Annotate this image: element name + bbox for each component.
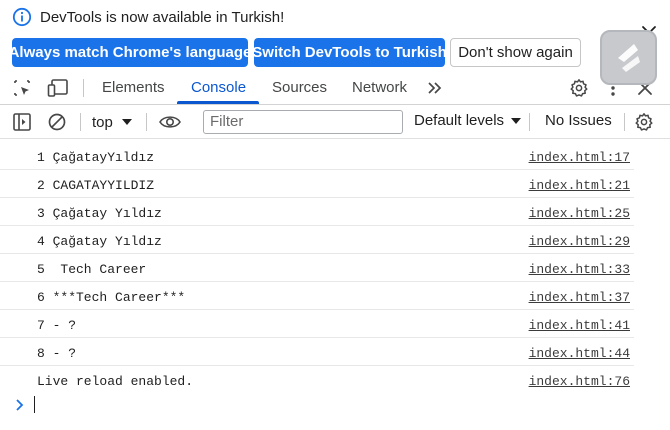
context-value: top [92, 113, 113, 131]
console-message-text: 8 - ? [37, 346, 77, 361]
language-infobar: DevTools is now available in Turkish! Al… [0, 0, 670, 70]
toolbar-divider [529, 113, 530, 131]
inspect-element-icon[interactable] [12, 78, 32, 98]
filter-input[interactable]: Filter [203, 110, 403, 134]
caret-down-icon [121, 119, 132, 125]
console-message-text: 3 Çağatay Yıldız [37, 206, 162, 221]
app-logo-icon [618, 44, 640, 72]
log-levels-label: Default levels [414, 112, 505, 129]
gear-icon[interactable] [569, 78, 589, 98]
console-message-text: 7 - ? [37, 318, 77, 333]
console-input-caret[interactable] [34, 396, 35, 413]
toolbar-divider [83, 79, 84, 97]
app-badge [600, 30, 657, 85]
infobar-message: DevTools is now available in Turkish! [40, 8, 285, 26]
console-message-text: 5 Tech Career [37, 262, 147, 277]
console-message: 8 - ? index.html:44 [0, 338, 634, 366]
console-source-link[interactable]: index.html:17 [529, 150, 630, 165]
chevron-right-icon [16, 399, 24, 411]
clear-console-icon[interactable] [47, 112, 67, 132]
console-message: 7 - ? index.html:41 [0, 310, 634, 338]
toolbar-divider [80, 113, 81, 131]
console-source-link[interactable]: index.html:21 [529, 178, 630, 193]
console-message: Live reload enabled. index.html:76 [0, 366, 634, 394]
console-message: 1 ÇağatayYıldız index.html:17 [0, 142, 634, 170]
console-source-link[interactable]: index.html:44 [529, 346, 630, 361]
console-toolbar: top Filter Default levels No Issues [0, 105, 670, 139]
tab-network[interactable]: Network [352, 70, 407, 105]
info-icon [12, 7, 32, 27]
context-selector[interactable]: top [92, 112, 133, 132]
dont-show-again-button[interactable]: Don't show again [450, 38, 581, 67]
active-tab-indicator [177, 101, 259, 104]
console-message-text: 6 ***Tech Career*** [37, 290, 186, 305]
device-toolbar-icon[interactable] [47, 78, 69, 98]
console-source-link[interactable]: index.html:41 [529, 318, 630, 333]
console-source-link[interactable]: index.html:33 [529, 262, 630, 277]
toolbar-divider [624, 113, 625, 131]
sidebar-toggle-icon[interactable] [12, 112, 32, 132]
console-settings-gear-icon[interactable] [634, 112, 654, 132]
live-expression-icon[interactable] [158, 112, 182, 132]
console-source-link[interactable]: index.html:76 [529, 374, 630, 389]
console-source-link[interactable]: index.html:29 [529, 234, 630, 249]
tab-elements[interactable]: Elements [102, 70, 165, 105]
console-messages: 1 ÇağatayYıldız index.html:17 2 CAGATAYY… [0, 140, 670, 430]
infobar-message-row: DevTools is now available in Turkish! [12, 7, 284, 27]
switch-to-turkish-button[interactable]: Switch DevTools to Turkish [252, 38, 447, 67]
console-message: 6 ***Tech Career*** index.html:37 [0, 282, 634, 310]
console-message: 4 Çağatay Yıldız index.html:29 [0, 226, 634, 254]
console-source-link[interactable]: index.html:25 [529, 206, 630, 221]
console-source-link[interactable]: index.html:37 [529, 290, 630, 305]
issues-counter[interactable]: No Issues [545, 112, 612, 129]
console-message-text: Live reload enabled. [37, 374, 194, 389]
console-message-text: 1 ÇağatayYıldız [37, 150, 155, 165]
log-levels-dropdown[interactable]: Default levels [414, 112, 522, 129]
console-message: 5 Tech Career index.html:33 [0, 254, 634, 282]
console-message-text: 4 Çağatay Yıldız [37, 234, 162, 249]
always-match-language-button[interactable]: Always match Chrome's language [9, 38, 251, 67]
toolbar-divider [146, 113, 147, 131]
console-message: 2 CAGATAYYILDIZ index.html:21 [0, 170, 634, 198]
tab-console[interactable]: Console [191, 70, 246, 105]
devtools-main-toolbar: Elements Console Sources Network [0, 70, 670, 105]
caret-down-icon [511, 117, 522, 124]
console-message: 3 Çağatay Yıldız index.html:25 [0, 198, 634, 226]
tab-sources[interactable]: Sources [272, 70, 327, 105]
more-tabs-icon[interactable] [426, 78, 444, 98]
console-message-text: 2 CAGATAYYILDIZ [37, 178, 155, 193]
